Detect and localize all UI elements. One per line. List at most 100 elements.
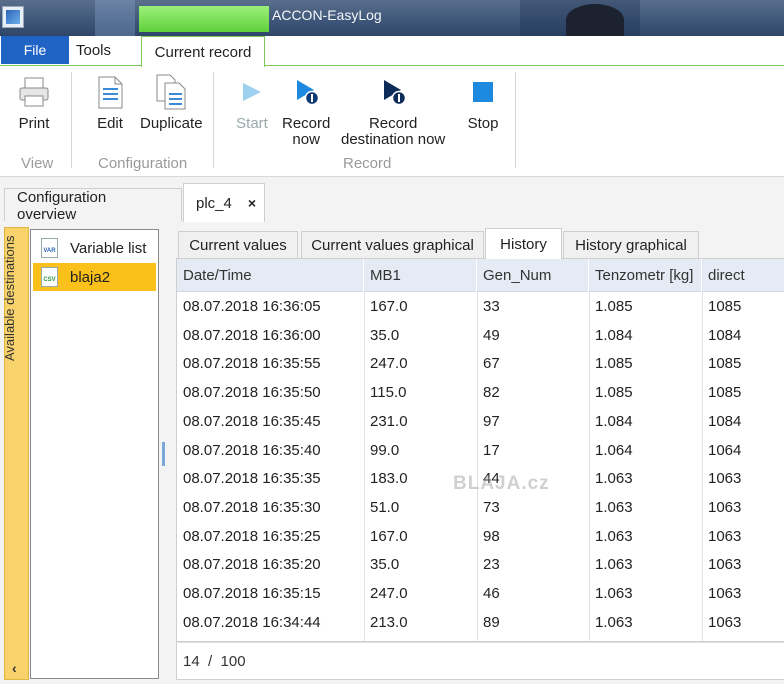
duplicate-button[interactable]: Duplicate	[140, 74, 203, 132]
stop-button[interactable]: Stop	[465, 74, 501, 132]
cell-datetime: 08.07.2018 16:35:30	[183, 498, 321, 516]
group-label-record: Record	[343, 155, 392, 172]
cell-direct: 1084	[708, 412, 742, 430]
edit-label: Edit	[97, 115, 123, 132]
cell-tenzometr: 1.063	[595, 585, 633, 602]
table-row[interactable]: 08.07.2018 16:35:15 247.0 46 1.063 1063	[177, 579, 784, 608]
table-row[interactable]: 08.07.2018 16:36:00 35.0 49 1.084 1084	[177, 321, 784, 350]
cell-direct: 1063	[708, 556, 742, 574]
cell-tenzometr: 1.063	[595, 613, 633, 631]
window-title: ACCON-EasyLog	[272, 7, 382, 23]
table-row[interactable]: 08.07.2018 16:34:44 213.0 89 1.063 1063	[177, 608, 784, 637]
var-file-icon: VAR	[41, 238, 58, 258]
stop-icon	[473, 82, 493, 102]
cell-datetime: 08.07.2018 16:34:44	[183, 613, 321, 631]
ribbon-separator	[515, 72, 516, 168]
history-table: Date/Time MB1 Gen_Num Tenzometr [kg] dir…	[176, 258, 784, 642]
file-tab[interactable]: File	[1, 36, 69, 64]
pager-text: 14 / 100	[183, 652, 246, 670]
pager: 14 / 100	[176, 642, 784, 680]
tab-configuration-overview[interactable]: Configuration overview	[4, 188, 182, 223]
ribbon-separator	[71, 72, 72, 168]
column-header-direct[interactable]: direct	[702, 259, 784, 292]
cell-gen-num: 33	[483, 298, 500, 315]
column-header-mb1[interactable]: MB1	[364, 259, 477, 292]
table-row[interactable]: 08.07.2018 16:35:55 247.0 67 1.085 1085	[177, 349, 784, 378]
table-row[interactable]: 08.07.2018 16:35:40 99.0 17 1.064 1064	[177, 436, 784, 465]
cell-datetime: 08.07.2018 16:35:40	[183, 441, 321, 459]
cell-mb1: 51.0	[370, 498, 400, 516]
table-row[interactable]: 08.07.2018 16:36:05 167.0 33 1.085 1085	[177, 292, 784, 321]
watermark: BLAJA.cz	[453, 473, 550, 494]
cell-direct: 1063	[708, 470, 742, 488]
record-destination-now-button[interactable]: Record destination now	[341, 74, 445, 148]
edit-button[interactable]: Edit	[92, 74, 128, 132]
quick-access-highlight	[139, 6, 269, 32]
cell-direct: 1085	[708, 384, 742, 402]
table-row[interactable]: 08.07.2018 16:35:20 35.0 23 1.063 1063	[177, 550, 784, 579]
cell-direct: 1063	[708, 613, 742, 631]
cell-gen-num: 23	[483, 556, 500, 574]
cell-mb1: 167.0	[370, 527, 408, 545]
table-row[interactable]: 08.07.2018 16:35:50 115.0 82 1.085 1085	[177, 378, 784, 407]
column-header-datetime[interactable]: Date/Time	[177, 259, 364, 292]
cell-mb1: 247.0	[370, 585, 408, 602]
print-button[interactable]: Print	[16, 74, 52, 132]
current-record-tab[interactable]: Current record	[141, 36, 265, 67]
ribbon-separator	[213, 72, 214, 168]
cell-mb1: 35.0	[370, 326, 400, 344]
cell-gen-num: 49	[483, 326, 500, 344]
cell-tenzometr: 1.085	[595, 384, 633, 402]
printer-icon	[19, 77, 49, 107]
cell-tenzometr: 1.063	[595, 527, 633, 545]
start-button[interactable]: Start	[234, 74, 270, 132]
table-row[interactable]: 08.07.2018 16:35:25 167.0 98 1.063 1063	[177, 522, 784, 551]
tab-current-values-graphical[interactable]: Current values graphical	[301, 231, 484, 258]
cell-mb1: 115.0	[370, 384, 407, 402]
available-destinations-label: Available destinations	[2, 235, 17, 361]
app-icon[interactable]	[2, 6, 24, 28]
cell-direct: 1084	[708, 326, 742, 344]
cell-gen-num: 17	[483, 441, 500, 459]
duplicate-label: Duplicate	[140, 115, 203, 132]
cell-tenzometr: 1.084	[595, 326, 633, 344]
tab-current-values[interactable]: Current values	[178, 231, 298, 258]
print-label: Print	[18, 115, 50, 132]
record-now-button[interactable]: Record now	[282, 74, 330, 148]
title-bar-decoration	[95, 0, 135, 36]
close-icon[interactable]: ×	[248, 195, 256, 211]
cell-datetime: 08.07.2018 16:35:35	[183, 470, 321, 488]
column-header-gen-num[interactable]: Gen_Num	[477, 259, 589, 292]
tree-item-label: blaja2	[70, 268, 111, 286]
tab-plc-4[interactable]: plc_4 ×	[183, 183, 265, 222]
record-now-icon	[297, 80, 320, 106]
table-row[interactable]: 08.07.2018 16:35:30 51.0 73 1.063 1063	[177, 493, 784, 522]
tab-history[interactable]: History	[485, 228, 562, 259]
cell-direct: 1085	[708, 355, 742, 373]
tab-label: plc_4	[196, 194, 232, 212]
cell-mb1: 231.0	[370, 412, 408, 430]
tools-tab[interactable]: Tools	[76, 42, 111, 59]
tree-item-variable-list[interactable]: VAR Variable list	[33, 234, 156, 262]
cell-gen-num: 46	[483, 585, 500, 602]
destination-tree: VAR Variable list CSV blaja2	[30, 229, 159, 679]
cell-gen-num: 73	[483, 498, 500, 516]
chevron-left-icon[interactable]: ‹	[12, 660, 17, 676]
play-icon	[243, 83, 261, 101]
table-row[interactable]: 08.07.2018 16:35:45 231.0 97 1.084 1084	[177, 407, 784, 436]
column-header-tenzometr[interactable]: Tenzometr [kg]	[589, 259, 702, 292]
cell-gen-num: 97	[483, 412, 500, 430]
table-header: Date/Time MB1 Gen_Num Tenzometr [kg] dir…	[177, 259, 784, 292]
tab-history-graphical[interactable]: History graphical	[563, 231, 699, 258]
cell-direct: 1063	[708, 585, 742, 602]
ribbon-tab-row: File Tools Current record	[0, 36, 784, 67]
panel-splitter[interactable]	[162, 442, 165, 466]
tree-item-blaja2[interactable]: CSV blaja2	[33, 263, 156, 291]
stop-label: Stop	[467, 115, 499, 132]
cell-mb1: 167.0	[370, 298, 408, 315]
cell-datetime: 08.07.2018 16:35:50	[183, 384, 321, 402]
cell-gen-num: 98	[483, 527, 500, 545]
edit-document-icon	[98, 76, 123, 109]
cell-gen-num: 67	[483, 355, 500, 373]
cell-datetime: 08.07.2018 16:35:45	[183, 412, 321, 430]
